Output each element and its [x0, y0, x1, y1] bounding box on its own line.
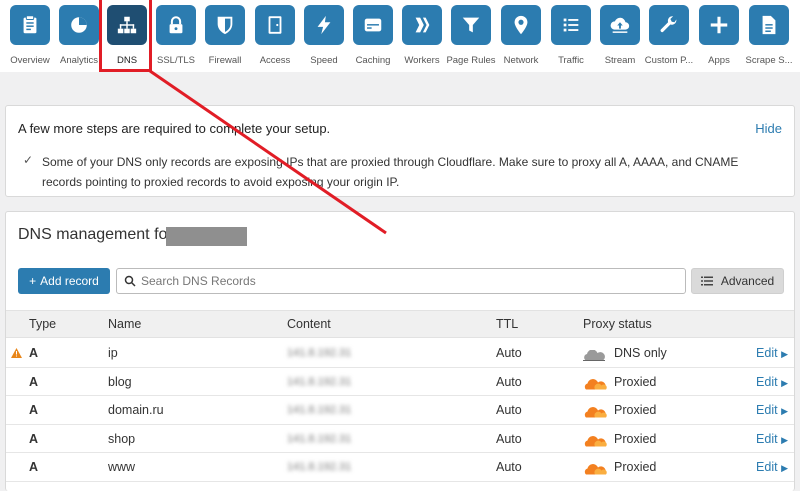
edit-label: Edit: [756, 460, 778, 474]
search-input[interactable]: [141, 274, 661, 288]
proxy-status: Proxied: [614, 431, 657, 446]
dns-management-title: DNS management for: [18, 226, 173, 243]
column-content: Content: [287, 317, 331, 331]
nav-apps[interactable]: Apps: [694, 0, 744, 70]
add-record-label: Add record: [40, 274, 99, 288]
dns-only-cloud-icon[interactable]: [583, 348, 605, 366]
clipboard-icon: [10, 5, 50, 45]
setup-notice: A few more steps are required to complet…: [5, 105, 795, 197]
pie-chart-icon: [59, 5, 99, 45]
setup-title: A few more steps are required to complet…: [18, 121, 331, 136]
document-icon: [749, 5, 789, 45]
record-name: domain.ru: [108, 403, 164, 417]
table-row: Ashop 141.8.192.31 Auto Proxied Edit ▶: [6, 424, 794, 453]
table-row: Adomain.ru 141.8.192.31 Auto Proxied Edit ▶: [6, 396, 794, 425]
caret-right-icon: ▶: [781, 349, 788, 359]
edit-label: Edit: [756, 374, 778, 389]
wrench-icon: [649, 5, 689, 45]
edit-record-link[interactable]: Edit ▶: [756, 375, 788, 389]
proxy-status: Proxied: [614, 460, 657, 474]
column-name: Name: [108, 317, 142, 331]
proxied-cloud-icon[interactable]: [583, 377, 607, 395]
list-icon: [700, 276, 713, 286]
caret-right-icon: ▶: [781, 463, 788, 473]
search-icon: [124, 275, 136, 287]
record-ttl: Auto: [496, 403, 522, 417]
record-ttl: Auto: [496, 346, 522, 360]
caret-right-icon: ▶: [781, 406, 788, 416]
lock-icon: [156, 5, 196, 45]
proxied-cloud-icon[interactable]: [583, 405, 607, 423]
records-table-header: Type Name Content TTL Proxy status: [6, 310, 794, 338]
record-content: 141.8.192.31: [287, 461, 352, 473]
location-pin-icon: [501, 5, 541, 45]
column-proxy-status: Proxy status: [583, 317, 652, 331]
record-name: shop: [108, 431, 136, 446]
record-name: www: [108, 460, 136, 474]
search-dns-box[interactable]: [116, 268, 686, 294]
edit-label: Edit: [756, 346, 778, 360]
table-row: Ablog 141.8.192.31 Auto Proxied Edit ▶: [6, 367, 794, 396]
record-ttl: Auto: [496, 460, 522, 474]
edit-label: Edit: [756, 403, 778, 417]
record-type: A: [29, 460, 39, 474]
record-name: blog: [108, 374, 132, 389]
table-row: Awww 141.8.192.31 Auto Proxied Edit ▶: [6, 453, 794, 482]
record-ttl: Auto: [496, 374, 522, 389]
proxied-cloud-icon[interactable]: [583, 434, 607, 452]
proxy-status: DNS only: [614, 346, 667, 360]
proxied-cloud-icon[interactable]: [583, 462, 607, 480]
record-type: A: [29, 346, 39, 360]
plus-icon: [699, 5, 739, 45]
dns-management-panel: DNS management for + Add record Advanced…: [5, 211, 795, 491]
record-content: 141.8.192.31: [287, 347, 352, 359]
warning-icon: [11, 348, 22, 358]
add-record-button[interactable]: + Add record: [18, 268, 110, 294]
record-content: 141.8.192.31: [287, 432, 352, 445]
edit-record-link[interactable]: Edit ▶: [756, 403, 788, 417]
edit-label: Edit: [756, 431, 778, 446]
checkmark-icon: ✓: [23, 153, 34, 167]
filter-icon: [451, 5, 491, 45]
door-icon: [255, 5, 295, 45]
edit-record-link[interactable]: Edit ▶: [756, 460, 788, 474]
edit-record-link[interactable]: Edit ▶: [756, 432, 788, 446]
redacted-domain: [166, 227, 247, 246]
caret-right-icon: ▶: [781, 434, 788, 445]
table-row: Aip 141.8.192.31 Auto DNS only Edit ▶: [6, 339, 794, 368]
nav-custom-pages[interactable]: Custom P...: [644, 0, 694, 70]
caret-right-icon: ▶: [781, 377, 788, 388]
nav-network[interactable]: Network: [496, 0, 546, 70]
nav-scrape-shield[interactable]: Scrape S...: [744, 0, 794, 70]
plus-icon: +: [29, 274, 37, 288]
list-icon: [551, 5, 591, 45]
drive-icon: [353, 5, 393, 45]
setup-message: Some of your DNS only records are exposi…: [42, 155, 739, 189]
record-type: A: [29, 374, 39, 389]
workers-icon: [402, 5, 442, 45]
annotation-highlight-box: [99, 0, 152, 72]
record-content: 141.8.192.31: [287, 404, 352, 416]
shield-icon: [205, 5, 245, 45]
cloud-upload-icon: [600, 5, 640, 45]
record-type: A: [29, 431, 39, 446]
lightning-icon: [304, 5, 344, 45]
advanced-button[interactable]: Advanced: [691, 268, 784, 294]
nav-label: Scrape S...: [745, 55, 793, 66]
record-content: 141.8.192.31: [287, 375, 352, 388]
nav-page-rules[interactable]: Page Rules: [446, 0, 496, 70]
column-type: Type: [29, 317, 57, 331]
advanced-label: Advanced: [720, 274, 775, 288]
edit-record-link[interactable]: Edit ▶: [756, 346, 788, 360]
record-ttl: Auto: [496, 431, 522, 446]
nav-firewall[interactable]: Firewall: [200, 0, 250, 70]
column-ttl: TTL: [496, 317, 519, 331]
record-name: ip: [108, 346, 118, 360]
record-type: A: [29, 403, 39, 417]
proxy-status: Proxied: [614, 403, 657, 417]
proxy-status: Proxied: [614, 374, 657, 389]
hide-link[interactable]: Hide: [755, 121, 782, 136]
